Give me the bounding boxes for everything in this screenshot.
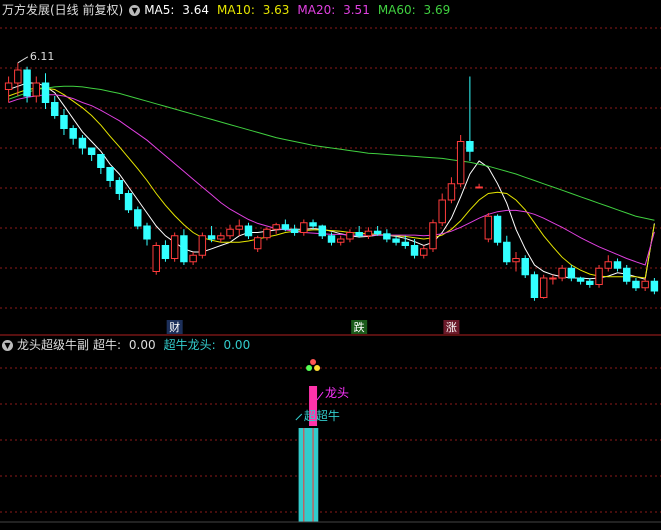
candle-body (226, 228, 234, 237)
candle-body (281, 224, 290, 230)
candle-body (632, 280, 640, 289)
candle-body (180, 235, 188, 263)
candle-body (456, 141, 465, 185)
candle-body (475, 186, 483, 189)
candle-body (336, 238, 345, 243)
candle-body (466, 141, 474, 152)
ma10-label: MA10: 3.63 (216, 3, 290, 17)
candle-body (309, 222, 317, 227)
candle-body (244, 225, 253, 237)
ma60-label: MA60: 3.69 (377, 3, 451, 17)
chaoniu-pointer (295, 413, 303, 421)
candle-body (32, 82, 41, 97)
candle-body (429, 222, 437, 250)
candle-body (143, 225, 151, 240)
sub-indicator-title[interactable]: 龙头超级牛副 (17, 337, 89, 353)
candle-body (355, 232, 363, 237)
candle-body (484, 215, 493, 240)
candle-body (401, 241, 410, 246)
candle-body (272, 224, 280, 230)
candle-body (217, 235, 225, 240)
candle-body (134, 209, 142, 227)
candle-body (207, 235, 216, 240)
candle-body (539, 277, 548, 298)
max-price-pointer (17, 56, 29, 64)
candle-body (595, 267, 603, 285)
candle-body (373, 230, 382, 235)
ma20-label: MA20: 3.51 (297, 3, 370, 17)
candle-body (622, 267, 631, 282)
candle-body (410, 245, 419, 256)
candle-body (576, 277, 585, 282)
longtou-annotation: 龙头 (325, 386, 349, 400)
stock-title[interactable]: 万方发展(日线 前复权) (2, 2, 123, 18)
candle-body (300, 222, 308, 233)
candle-body (346, 232, 354, 240)
candle-body (115, 180, 124, 194)
ma-line-ma60 (8, 85, 655, 221)
candle-body (170, 235, 179, 259)
candle-body (364, 230, 373, 237)
candle-body (318, 225, 327, 237)
sub-header: ▼ 龙头超级牛副 超牛: 0.00 超牛龙头: 0.00 (2, 337, 258, 353)
candle-body (78, 137, 87, 149)
max-price-label: 6.11 (30, 50, 55, 63)
chevron-down-icon[interactable]: ▼ (129, 4, 141, 16)
candle-body (392, 238, 400, 243)
candle-body (420, 248, 428, 256)
ma5-label: MA5: 3.64 (144, 3, 209, 17)
candle-body (263, 228, 271, 239)
candle-body (447, 183, 456, 201)
candle-body (23, 69, 31, 97)
chaoniu-longtou-label: 超牛龙头: 0.00 (163, 338, 251, 352)
signal-dot-icon (306, 365, 313, 371)
candle-body (41, 82, 50, 103)
chaoniu-label: 超牛: 0.00 (93, 338, 156, 352)
candle-body (530, 274, 539, 298)
candle-body (650, 280, 659, 292)
candle-body (97, 154, 105, 168)
chaoniu-annotation: 超超牛 (304, 408, 340, 423)
longtou-pointer (316, 391, 324, 401)
candle-body (189, 254, 197, 263)
candle-body (14, 69, 22, 84)
stock-chart: 6.11 财 跌 涨龙头超超牛 (0, 27, 661, 523)
candle-body (613, 261, 622, 269)
candle-body (604, 261, 612, 269)
candle-body (567, 267, 576, 279)
signal-dot-icon (314, 365, 321, 371)
candle-body (327, 235, 336, 243)
event-marker-label: 跌 (354, 320, 365, 334)
candle-body (69, 128, 77, 139)
candle-body (586, 280, 594, 285)
candle-body (152, 245, 160, 272)
candle-body (383, 233, 391, 240)
event-marker-label: 涨 (446, 321, 457, 334)
candle-body (438, 199, 446, 224)
candle-body (87, 147, 96, 155)
candle-body (51, 102, 59, 116)
event-marker-label: 财 (169, 320, 180, 334)
candle-body (521, 258, 529, 276)
candle-body (198, 235, 207, 256)
candle-body (512, 258, 520, 263)
candle-body (290, 228, 299, 233)
candle-body (549, 277, 557, 280)
candle-body (4, 82, 13, 90)
candle-body (60, 115, 68, 129)
main-header: 万方发展(日线 前复权) ▼ MA5: 3.64 MA10: 3.63 MA20… (2, 2, 458, 18)
candle-body (493, 215, 502, 243)
candle-body (253, 237, 262, 250)
candle-body (503, 241, 511, 263)
candle-body (124, 193, 133, 211)
ma-line-ma10 (8, 87, 655, 279)
candle-body (558, 267, 566, 279)
signal-dot-icon (310, 359, 317, 365)
candle-body (235, 225, 243, 230)
candle-body (161, 245, 170, 259)
chevron-down-icon[interactable]: ▼ (2, 339, 13, 351)
candle-body (106, 167, 114, 181)
candle-body (641, 280, 649, 289)
